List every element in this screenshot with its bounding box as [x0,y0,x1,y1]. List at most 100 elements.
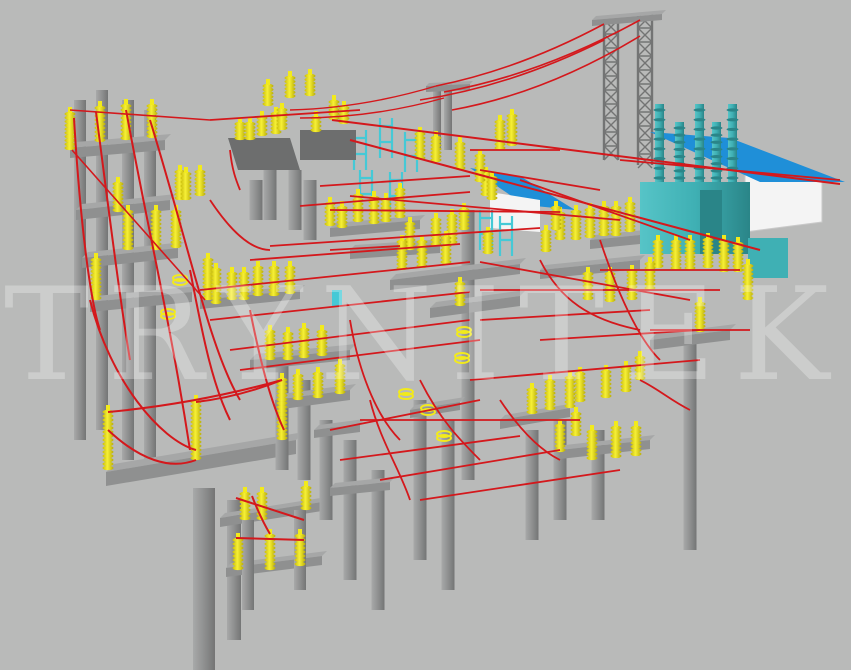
insulator [194,165,206,197]
bushing-shed [653,176,666,180]
support-post [122,100,134,460]
bushing-shed [710,176,723,180]
insulator [610,421,622,459]
support-post [683,330,697,550]
support-post [263,170,277,220]
insulator [244,117,256,141]
bushing-shed [710,147,723,152]
insulator [544,375,556,411]
bushing-shed [673,154,686,159]
insulator [256,111,268,137]
lattice-tower [636,13,654,169]
insulator [316,325,328,357]
bushing-shed [726,137,739,141]
bushing-shed [726,176,739,180]
insulator [238,267,250,301]
bushing-shed [710,126,723,130]
insulator [310,111,322,133]
insulator [102,405,114,471]
bushing-shed [726,118,739,122]
insulator [630,421,642,457]
conductor-wire [329,399,481,431]
insulator [368,191,380,225]
insulator [304,69,316,97]
conductor-wire [451,35,641,111]
insulator [234,117,246,141]
lattice-tower [602,19,620,161]
insulator [570,407,582,437]
support-post [303,180,317,240]
conductor-wire [639,379,691,411]
insulator [506,109,518,147]
insulator [474,149,486,183]
bushing-shed [710,133,723,137]
insulator [454,137,466,171]
bushing-shed [710,154,723,159]
conductor-wire [319,175,471,187]
insulator [239,487,251,521]
support-post [249,180,263,220]
substation-3d-model [64,10,845,670]
insulator [584,203,596,239]
conductor-wire [479,309,651,321]
conductor-wire [149,119,241,401]
insulator [334,359,346,395]
insulator [294,529,306,567]
bushing-shed [653,127,666,132]
bushing-shed [653,137,666,141]
bushing-shed [673,133,686,137]
bushing-shed [653,147,666,151]
support-post [288,170,302,230]
equipment-platform [300,130,356,160]
transformer-bushing [655,104,664,182]
insulator [324,197,336,227]
insulator [526,383,538,415]
insulator [252,261,264,297]
insulator [256,487,268,521]
insulator [284,261,296,295]
bushing-shed [693,147,706,151]
insulator [264,529,276,571]
transformer-bushing [695,104,704,182]
bushing-shed [673,140,686,144]
cyan-switch-frame [378,118,394,158]
insulator [600,365,612,399]
bushing-shed [693,127,706,132]
transformer-bushing [712,122,721,182]
support-post [343,440,357,580]
insulator [494,115,506,151]
bushing-shed [726,127,739,132]
bushing-shed [693,118,706,122]
bushing-shed [693,156,706,161]
transformer-cabinet [748,238,788,278]
insulator [122,205,134,251]
conductor-wire [339,435,521,461]
support-post [525,430,539,540]
insulator [564,371,576,409]
insulator [264,325,276,361]
insulator [262,79,274,107]
cyan-panel [332,290,342,306]
bushing-shed [726,156,739,161]
bushing-shed [710,162,723,166]
support-post [193,488,215,670]
conductor-wire [69,109,211,121]
substation-viewport: TRYNITEK [0,0,851,670]
insulator [312,367,324,399]
insulator [190,395,202,461]
bushing-shed [653,166,666,170]
insulator [742,259,754,301]
support-post [413,400,427,560]
structure-layer [70,10,736,670]
insulator [570,205,582,241]
support-post [242,520,254,610]
insulator [284,71,296,99]
insulator [276,373,288,441]
insulator [268,261,280,297]
insulator [292,369,304,401]
bushing-shed [673,169,686,173]
support-post [461,210,475,480]
conductor-wire [435,23,605,87]
insulator [430,213,442,247]
bushing-shed [693,176,706,180]
